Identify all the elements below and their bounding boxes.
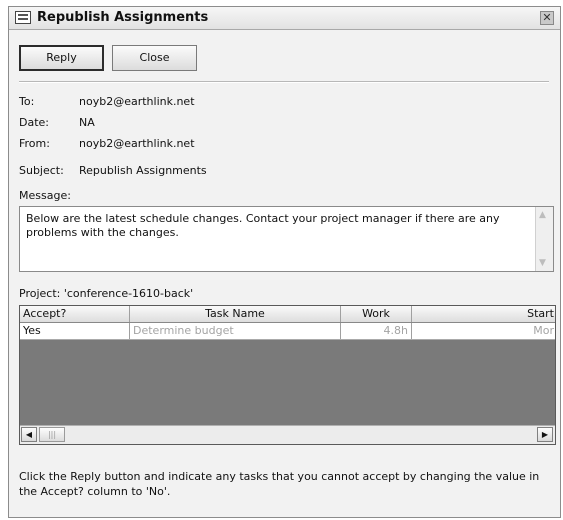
window-title: Republish Assignments: [37, 10, 209, 25]
message-text: Below are the latest schedule changes. C…: [26, 212, 500, 239]
cell-work[interactable]: 4.8h: [341, 323, 412, 339]
instruction-text: Click the Reply button and indicate any …: [19, 470, 540, 498]
scroll-down-icon[interactable]: ▼: [539, 258, 546, 268]
from-label: From:: [19, 137, 50, 150]
subject-value: Republish Assignments: [79, 164, 207, 177]
project-label: Project: 'conference-1610-back': [19, 287, 194, 300]
message-textarea[interactable]: Below are the latest schedule changes. C…: [19, 206, 554, 272]
date-label: Date:: [19, 116, 49, 129]
scroll-right-icon[interactable]: ▶: [537, 427, 553, 442]
to-value: noyb2@earthlink.net: [79, 95, 195, 108]
scrollbar-thumb[interactable]: |||: [39, 427, 65, 442]
title-bar[interactable]: Republish Assignments ✕: [9, 7, 560, 30]
close-icon[interactable]: ✕: [540, 11, 554, 25]
column-header-task-name[interactable]: Task Name: [130, 306, 341, 322]
table-row[interactable]: Yes Determine budget 4.8h Mor: [20, 323, 555, 340]
reply-button[interactable]: Reply: [19, 45, 104, 71]
cell-task-name[interactable]: Determine budget: [130, 323, 341, 339]
from-value: noyb2@earthlink.net: [79, 137, 195, 150]
scroll-up-icon[interactable]: ▲: [539, 210, 546, 220]
assignments-grid: Accept? Task Name Work Start Yes Determi…: [19, 305, 556, 445]
subject-label: Subject:: [19, 164, 64, 177]
column-header-start[interactable]: Start: [412, 306, 555, 322]
message-label: Message:: [19, 189, 71, 202]
republish-assignments-window: Republish Assignments ✕ Reply Close To: …: [8, 6, 561, 518]
column-header-work[interactable]: Work: [341, 306, 412, 322]
date-value: NA: [79, 116, 95, 129]
close-button[interactable]: Close: [112, 45, 197, 71]
message-icon: [15, 11, 31, 24]
cell-accept[interactable]: Yes: [20, 323, 130, 339]
separator: [19, 81, 549, 83]
column-header-accept[interactable]: Accept?: [20, 306, 130, 322]
message-scrollbar[interactable]: ▲ ▼: [535, 207, 553, 271]
scroll-left-icon[interactable]: ◀: [21, 427, 37, 442]
grid-horizontal-scrollbar[interactable]: ◀ ||| ▶: [20, 425, 555, 444]
grid-header: Accept? Task Name Work Start: [20, 306, 555, 323]
to-label: To:: [19, 95, 35, 108]
cell-start[interactable]: Mor: [412, 323, 555, 339]
